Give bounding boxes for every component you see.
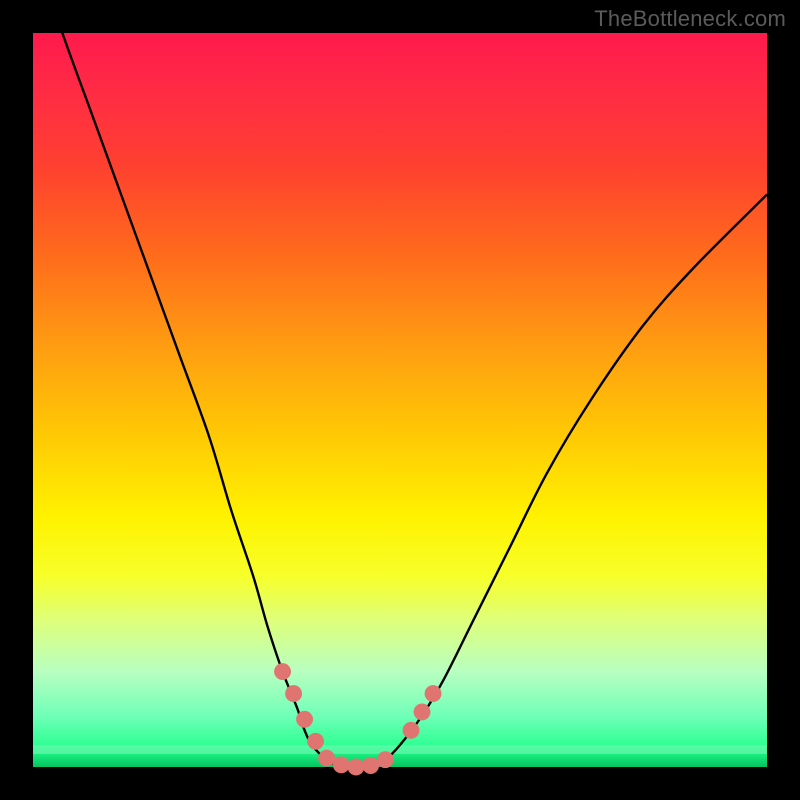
curve-marker <box>285 685 302 702</box>
curve-marker <box>274 663 291 680</box>
watermark-text: TheBottleneck.com <box>594 6 786 32</box>
bottleneck-curve <box>33 0 767 768</box>
chart-svg <box>33 33 767 767</box>
curve-marker <box>362 757 379 774</box>
curve-marker <box>296 711 313 728</box>
chart-frame: TheBottleneck.com <box>0 0 800 800</box>
curve-markers <box>274 663 441 775</box>
curve-marker <box>318 750 335 767</box>
curve-marker <box>307 733 324 750</box>
curve-marker <box>425 685 442 702</box>
curve-marker <box>333 756 350 773</box>
curve-marker <box>403 722 420 739</box>
plot-area <box>33 33 767 767</box>
curve-marker <box>377 751 394 768</box>
curve-marker <box>414 704 431 721</box>
curve-marker <box>348 759 365 776</box>
